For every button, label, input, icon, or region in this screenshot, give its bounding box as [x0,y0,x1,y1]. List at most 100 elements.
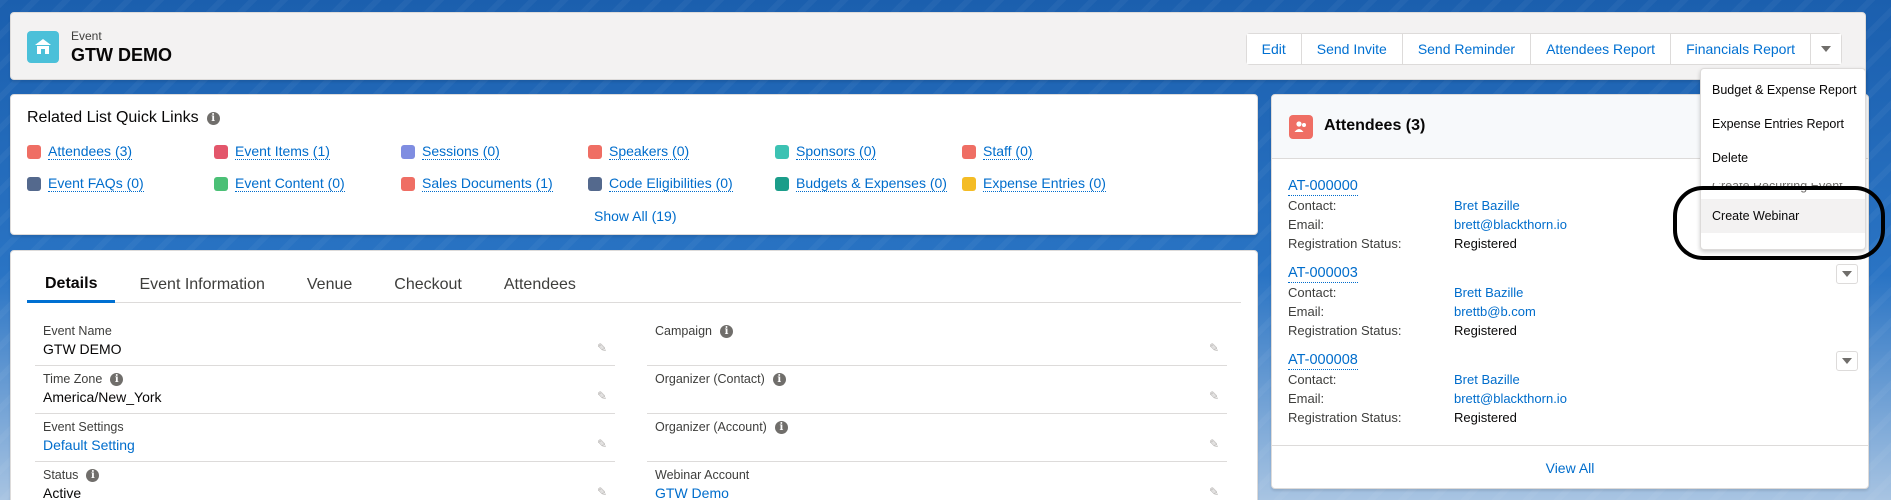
tab-event-information[interactable]: Event Information [121,267,282,303]
info-icon[interactable]: i [110,372,124,386]
email-link[interactable]: brett@blackthorn.io [1454,391,1567,406]
quick-link-budgets-expenses[interactable]: Budgets & Expenses (0) [775,175,947,192]
field-label-text: Event Settings [43,420,124,434]
field-label: Status i [43,468,100,482]
edit-button[interactable]: Edit [1246,34,1302,64]
menu-item-budget-expense-report[interactable]: Budget & Expense Report [1701,73,1865,107]
quick-link-attendees[interactable]: Attendees (3) [27,143,133,160]
edit-pencil-icon[interactable]: ✎ [1209,342,1221,354]
speakers-icon [588,144,602,159]
field-event-settings: Event Settings Default Setting ✎ [35,415,615,462]
attendees-title[interactable]: Attendees (3) [1324,117,1425,135]
financials-report-button[interactable]: Financials Report [1671,34,1811,64]
contact-link[interactable]: Bret Bazille [1454,198,1520,213]
field-label: Organizer (Contact) i [655,372,786,386]
tab-details[interactable]: Details [27,267,116,303]
quick-link-sessions[interactable]: Sessions (0) [401,143,500,160]
quick-link-label: Event Content (0) [235,175,345,192]
field-organizer-contact: Organizer (Contact) i ✎ [647,367,1227,414]
attendee-id-link[interactable]: AT-000003 [1288,265,1358,283]
send-invite-button[interactable]: Send Invite [1301,34,1403,64]
tab-venue[interactable]: Venue [289,267,370,303]
quick-link-event-items[interactable]: Event Items (1) [214,143,330,160]
view-all-link[interactable]: View All [1272,445,1868,489]
status-value: Registered [1454,410,1517,425]
edit-pencil-icon[interactable]: ✎ [597,342,609,354]
field-campaign: Campaign i ✎ [647,319,1227,366]
record-actions-button[interactable] [1836,264,1858,284]
email-link[interactable]: brett@blackthorn.io [1454,217,1567,232]
staff-icon [962,144,976,159]
attendees-report-button[interactable]: Attendees Report [1531,34,1672,64]
contact-label: Contact: [1288,285,1337,300]
quick-link-sales-documents[interactable]: Sales Documents (1) [401,175,553,192]
tab-checkout[interactable]: Checkout [376,267,480,303]
show-all-link[interactable]: Show All (19) [594,208,676,224]
tab-attendees[interactable]: Attendees [486,267,594,303]
attendee-id-link[interactable]: AT-000000 [1288,178,1358,196]
attendee-id-link[interactable]: AT-000008 [1288,352,1358,370]
event-icon [27,31,59,63]
contact-link[interactable]: Brett Bazille [1454,285,1523,300]
event-settings-link[interactable]: Default Setting [43,437,135,453]
quick-link-sponsors[interactable]: Sponsors (0) [775,143,877,160]
field-label: Webinar Account [655,468,749,482]
budget-icon [775,176,789,191]
quick-link-label: Event Items (1) [235,143,330,160]
webinar-account-link[interactable]: GTW Demo [655,485,729,500]
quick-link-event-faqs[interactable]: Event FAQs (0) [27,175,144,192]
wrench-icon [588,176,602,191]
record-header: Event GTW DEMO Edit Send Invite Send Rem… [10,12,1866,80]
attendee-record: AT-000003 Contact: Brett Bazille Email: br… [1288,264,1848,340]
info-icon[interactable]: i [772,372,786,386]
status-label: Registration Status: [1288,236,1402,251]
field-time-zone: Time Zone i America/New_York ✎ [35,367,615,414]
related-list-quick-links: Related List Quick Links i Attendees (3) … [10,94,1258,235]
field-status: Status i Active ✎ [35,463,615,500]
contact-label: Contact: [1288,372,1337,387]
field-label: Time Zone i [43,372,124,386]
info-icon[interactable]: i [774,420,788,434]
quick-links-title: Related List Quick Links i [27,109,220,127]
edit-pencil-icon[interactable]: ✎ [1209,486,1221,498]
quick-link-speakers[interactable]: Speakers (0) [588,143,690,160]
faq-icon [27,176,41,191]
quick-link-code-eligibilities[interactable]: Code Eligibilities (0) [588,175,733,192]
edit-pencil-icon[interactable]: ✎ [597,390,609,402]
field-label-text: Webinar Account [655,468,750,482]
attendee-record: AT-000008 Contact: Bret Bazille Email: bre… [1288,351,1848,427]
record-actions-button[interactable] [1836,351,1858,371]
chevron-down-icon [1842,271,1852,277]
record-type: Event [71,29,102,43]
edit-pencil-icon[interactable]: ✎ [597,486,609,498]
info-icon[interactable]: i [86,468,100,482]
info-icon[interactable]: i [719,324,733,338]
contact-link[interactable]: Bret Bazille [1454,372,1520,387]
edit-pencil-icon[interactable]: ✎ [597,438,609,450]
email-link[interactable]: brettb@b.com [1454,304,1536,319]
tab-bar: Details Event Information Venue Checkout… [27,267,1241,303]
menu-item-expense-entries-report[interactable]: Expense Entries Report [1701,107,1865,141]
send-reminder-button[interactable]: Send Reminder [1402,34,1532,64]
details-panel: Details Event Information Venue Checkout… [10,250,1258,500]
expense-icon [962,176,976,191]
sponsors-icon [775,144,789,159]
field-label: Event Settings [43,420,124,434]
field-label: Event Name [43,324,112,338]
page-title: GTW DEMO [71,45,172,65]
field-label-text: Event Name [43,324,112,338]
quick-link-staff[interactable]: Staff (0) [962,143,1033,160]
quick-link-expense-entries[interactable]: Expense Entries (0) [962,175,1106,192]
quick-link-event-content[interactable]: Event Content (0) [214,175,345,192]
more-actions-button[interactable] [1811,34,1841,64]
edit-pencil-icon[interactable]: ✎ [1209,438,1221,450]
quick-link-label: Event FAQs (0) [48,175,144,192]
quick-link-label: Speakers (0) [609,143,690,160]
menu-item-delete[interactable]: Delete [1701,141,1865,175]
edit-pencil-icon[interactable]: ✎ [1209,390,1221,402]
content-icon [214,176,228,191]
info-icon[interactable]: i [206,111,220,125]
highlight-annotation [1673,186,1885,260]
status-label: Registration Status: [1288,410,1402,425]
field-value: Active [43,485,82,500]
